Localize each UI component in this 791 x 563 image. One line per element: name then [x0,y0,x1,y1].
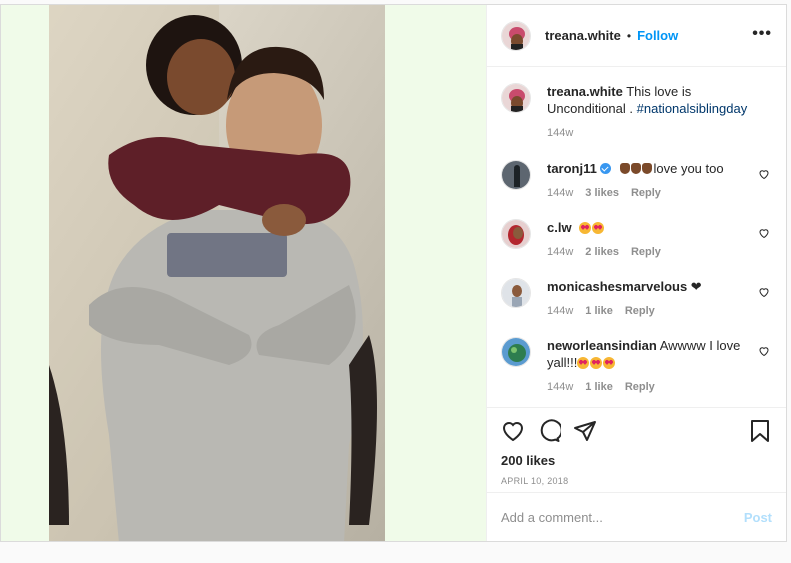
bookmark-icon[interactable] [748,419,772,443]
comment-likes[interactable]: 2 likes [585,244,619,261]
comment-meta: 144w 3 likes Reply [547,185,750,202]
caption-avatar[interactable] [501,83,531,113]
post-card: treana.white • Follow ••• treana.white T… [0,4,787,542]
post-side-panel: treana.white • Follow ••• treana.white T… [486,5,786,541]
post-media[interactable] [1,5,486,541]
caption-time[interactable]: 144w [547,125,573,142]
post-date[interactable]: APRIL 10, 2018 [501,476,772,486]
comment-item: taronj11 love you too 144w 3 likes Reply [501,160,772,202]
comment-likes[interactable]: 1 like [585,303,613,320]
verified-icon [599,163,611,174]
heart-eyes-emoji [579,220,605,235]
post-actions: 200 likes APRIL 10, 2018 [487,407,786,492]
comment-avatar[interactable] [501,219,531,249]
comment-text: love you too [653,161,724,176]
reply-button[interactable]: Reply [631,244,661,261]
comment-avatar[interactable] [501,278,531,308]
post-comment-button[interactable]: Post [744,510,772,525]
comment-text: ❤ [687,279,702,294]
caption-body: treana.white This love is Unconditional … [547,83,772,142]
caption-hashtag[interactable]: #nationalsiblingday [637,101,748,116]
comment-likes[interactable]: 1 like [585,379,613,396]
like-comment-heart-icon[interactable] [758,168,770,180]
like-comment-heart-icon[interactable] [758,227,770,239]
add-comment-input[interactable]: Add a comment... [501,510,603,525]
comment-username[interactable]: c.lw [547,220,572,235]
comment-item: c.lw 144w 2 likes Reply [501,219,772,261]
reply-button[interactable]: Reply [625,303,655,320]
add-comment-bar: Add a comment... Post [487,492,786,541]
comments-list[interactable]: treana.white This love is Unconditional … [487,67,786,407]
comment-time[interactable]: 144w [547,379,573,396]
comment-item: neworleansindian Awwww I love yall!!! 14… [501,337,772,396]
comment-username[interactable]: neworleansindian [547,338,657,353]
share-icon[interactable] [573,419,597,443]
comment-username[interactable]: taronj11 [547,161,597,176]
author-username[interactable]: treana.white [545,28,621,43]
like-comment-heart-icon[interactable] [758,286,770,298]
comment-body: c.lw 144w 2 likes Reply [547,219,772,261]
comment-meta: 144w 1 like Reply [547,379,750,396]
author-avatar[interactable] [501,20,531,51]
comment-item: monicashesmarvelous ❤ 144w 1 like Reply [501,278,772,320]
comment-icon[interactable] [537,419,561,443]
likes-count[interactable]: 200 likes [501,453,772,468]
comment-body: monicashesmarvelous ❤ 144w 1 like Reply [547,278,772,320]
comment-avatar[interactable] [501,337,531,367]
comment-avatar[interactable] [501,160,531,190]
reply-button[interactable]: Reply [631,185,661,202]
comment-likes[interactable]: 3 likes [585,185,619,202]
comment-time[interactable]: 144w [547,244,573,261]
action-icons [501,418,772,444]
header-separator: • [626,28,632,43]
photo-illustration [49,5,385,541]
more-options-icon[interactable]: ••• [752,25,772,43]
comment-meta: 144w 2 likes Reply [547,244,750,261]
comment-time[interactable]: 144w [547,303,573,320]
post-photo[interactable] [49,5,385,541]
comment-body: taronj11 love you too 144w 3 likes Reply [547,160,772,202]
follow-button[interactable]: Follow [637,28,678,43]
heart-icon[interactable] [501,419,525,443]
comment-meta: 144w 1 like Reply [547,303,750,320]
reply-button[interactable]: Reply [625,379,655,396]
caption-row: treana.white This love is Unconditional … [501,83,772,142]
heart-eyes-emoji [577,355,616,370]
post-header: treana.white • Follow ••• [487,5,786,67]
comment-body: neworleansindian Awwww I love yall!!! 14… [547,337,772,396]
caption-username[interactable]: treana.white [547,84,623,99]
like-comment-heart-icon[interactable] [758,345,770,357]
comment-username[interactable]: monicashesmarvelous [547,279,687,294]
raised-hands-emoji [620,161,653,176]
caption-meta: 144w [547,125,750,142]
comment-time[interactable]: 144w [547,185,573,202]
